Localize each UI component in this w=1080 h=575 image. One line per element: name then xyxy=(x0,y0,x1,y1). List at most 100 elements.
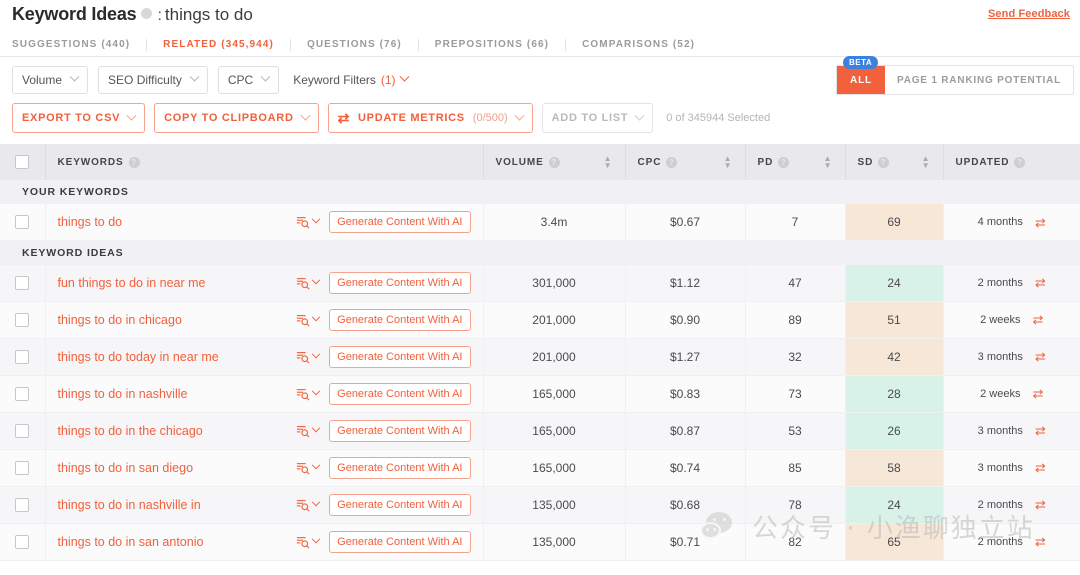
column-volume[interactable]: VOLUME ? ▲ ▼ xyxy=(483,144,626,180)
generate-content-with-ai-button[interactable]: Generate Content With AI xyxy=(329,345,471,368)
table-row[interactable]: fun things to do in near me Generate Cont… xyxy=(0,264,1080,302)
keyword-link[interactable]: things to do in nashville xyxy=(58,387,188,401)
send-feedback-link[interactable]: Send Feedback xyxy=(988,8,1070,20)
table-row[interactable]: things to do in san diego Generate Conten… xyxy=(0,449,1080,487)
serp-analysis-icon[interactable] xyxy=(296,312,321,327)
help-icon[interactable]: ? xyxy=(1014,156,1026,168)
column-sd[interactable]: SD ? ▲ ▼ xyxy=(845,144,944,180)
copy-to-clipboard-label: COPY TO CLIPBOARD xyxy=(164,112,294,124)
serp-analysis-icon[interactable] xyxy=(296,275,321,290)
generate-content-with-ai-button[interactable]: Generate Content With AI xyxy=(329,382,471,405)
column-cpc[interactable]: CPC ? ▲ ▼ xyxy=(625,144,746,180)
table-row[interactable]: things to do today in near me Generate Co… xyxy=(0,338,1080,376)
serp-analysis-icon[interactable] xyxy=(296,460,321,475)
refresh-icon[interactable]: ⇄ xyxy=(1035,216,1046,229)
help-icon[interactable]: ? xyxy=(666,156,678,168)
help-icon[interactable]: ? xyxy=(778,156,790,168)
refresh-icon[interactable]: ⇄ xyxy=(1035,350,1046,363)
keyword-link[interactable]: things to do in san antonio xyxy=(58,535,204,549)
toggle-all[interactable]: ALL xyxy=(836,66,885,94)
pd-cell: 89 xyxy=(745,301,846,339)
keyword-cell: things to do in san antonio Generate Cont… xyxy=(45,523,484,561)
keyword-link[interactable]: things to do xyxy=(58,215,123,229)
sort-pd-icon[interactable]: ▲ ▼ xyxy=(824,155,833,170)
row-checkbox[interactable] xyxy=(15,534,30,549)
update-metrics-button[interactable]: ⇄ UPDATE METRICS (0/500) xyxy=(327,103,533,133)
updated-cell: 2 weeks ⇄ xyxy=(943,301,1080,339)
chevron-down-icon xyxy=(311,497,321,506)
column-pd[interactable]: PD ? ▲ ▼ xyxy=(745,144,846,180)
pd-cell: 53 xyxy=(745,412,846,450)
filter-volume[interactable]: Volume xyxy=(12,65,89,94)
row-select-cell xyxy=(0,264,46,302)
info-icon[interactable] xyxy=(141,8,153,19)
column-sd-label: SD xyxy=(857,156,874,168)
row-select-cell xyxy=(0,375,46,413)
table-row[interactable]: things to do in the chicago Generate Cont… xyxy=(0,412,1080,450)
serp-analysis-icon[interactable] xyxy=(296,214,321,229)
help-icon[interactable]: ? xyxy=(548,156,560,168)
filter-seo-difficulty[interactable]: SEO Difficulty xyxy=(98,65,208,94)
row-checkbox[interactable] xyxy=(15,423,30,438)
serp-analysis-icon[interactable] xyxy=(296,497,321,512)
sort-volume-icon[interactable]: ▲ ▼ xyxy=(604,155,613,170)
serp-analysis-icon[interactable] xyxy=(296,423,321,438)
sort-cpc-icon[interactable]: ▲ ▼ xyxy=(724,155,733,170)
keyword-link[interactable]: things to do in the chicago xyxy=(58,424,203,438)
refresh-icon[interactable]: ⇄ xyxy=(1035,424,1046,437)
refresh-icon[interactable]: ⇄ xyxy=(1035,461,1046,474)
keyword-filters-dropdown[interactable]: Keyword Filters (1) xyxy=(293,71,409,87)
refresh-icon[interactable]: ⇄ xyxy=(1035,535,1046,548)
help-icon[interactable]: ? xyxy=(128,156,140,168)
table-row[interactable]: things to do in chicago Generate Content … xyxy=(0,301,1080,339)
serp-analysis-icon[interactable] xyxy=(296,534,321,549)
table-header: KEYWORDS ? VOLUME ? ▲ ▼ CPC ? ▲ ▼ PD ? ▲… xyxy=(0,144,1080,180)
row-checkbox[interactable] xyxy=(15,275,30,290)
row-checkbox[interactable] xyxy=(15,312,30,327)
keyword-link[interactable]: things to do in san diego xyxy=(58,461,194,475)
table-row[interactable]: things to do in nashville in Generate Con… xyxy=(0,486,1080,524)
keyword-link[interactable]: things to do in nashville in xyxy=(58,498,201,512)
row-checkbox[interactable] xyxy=(15,215,30,229)
keyword-link[interactable]: things to do in chicago xyxy=(58,313,182,327)
filter-cpc[interactable]: CPC xyxy=(217,65,280,94)
row-checkbox[interactable] xyxy=(15,497,30,512)
toggle-page1-ranking-potential[interactable]: PAGE 1 RANKING POTENTIAL xyxy=(885,66,1073,94)
export-to-csv-button[interactable]: EXPORT TO CSV xyxy=(12,103,146,133)
updated-text: 3 months xyxy=(977,350,1023,363)
generate-content-with-ai-button[interactable]: Generate Content With AI xyxy=(329,211,471,233)
updated-text: 2 months xyxy=(977,276,1023,289)
tab-prepositions[interactable]: PREPOSITIONS (66) xyxy=(419,38,567,51)
chevron-down-icon xyxy=(311,460,321,469)
row-checkbox[interactable] xyxy=(15,460,30,475)
table-row[interactable]: things to do Generate Content With AI 3.4m… xyxy=(0,204,1080,241)
serp-analysis-icon[interactable] xyxy=(296,349,321,364)
table-row[interactable]: things to do in nashville Generate Conten… xyxy=(0,375,1080,413)
row-checkbox[interactable] xyxy=(15,386,30,401)
tab-questions[interactable]: QUESTIONS (76) xyxy=(291,38,419,51)
serp-analysis-icon[interactable] xyxy=(296,386,321,401)
refresh-icon[interactable]: ⇄ xyxy=(1035,276,1046,289)
generate-content-with-ai-button[interactable]: Generate Content With AI xyxy=(329,456,471,479)
refresh-icon[interactable]: ⇄ xyxy=(1032,387,1043,400)
generate-content-with-ai-button[interactable]: Generate Content With AI xyxy=(329,493,471,516)
cpc-cell: $0.87 xyxy=(625,412,746,450)
table-row[interactable]: things to do in san antonio Generate Cont… xyxy=(0,523,1080,561)
keyword-link[interactable]: fun things to do in near me xyxy=(58,276,206,290)
sort-sd-icon[interactable]: ▲ ▼ xyxy=(922,155,931,170)
help-icon[interactable]: ? xyxy=(878,156,890,168)
keyword-link[interactable]: things to do today in near me xyxy=(58,350,219,364)
copy-to-clipboard-button[interactable]: COPY TO CLIPBOARD xyxy=(154,103,319,133)
refresh-icon[interactable]: ⇄ xyxy=(1032,313,1043,326)
generate-content-with-ai-button[interactable]: Generate Content With AI xyxy=(329,271,471,294)
generate-content-with-ai-button[interactable]: Generate Content With AI xyxy=(329,308,471,331)
generate-content-with-ai-button[interactable]: Generate Content With AI xyxy=(329,419,471,442)
tab-comparisons[interactable]: COMPARISONS (52) xyxy=(566,39,711,51)
row-checkbox[interactable] xyxy=(15,349,30,364)
add-to-list-button[interactable]: ADD TO LIST xyxy=(541,103,654,133)
tab-related[interactable]: RELATED (345,944) xyxy=(147,38,291,51)
refresh-icon[interactable]: ⇄ xyxy=(1035,498,1046,511)
tab-suggestions[interactable]: SUGGESTIONS (440) xyxy=(12,38,148,51)
select-all-checkbox[interactable] xyxy=(15,155,30,169)
generate-content-with-ai-button[interactable]: Generate Content With AI xyxy=(329,530,471,553)
